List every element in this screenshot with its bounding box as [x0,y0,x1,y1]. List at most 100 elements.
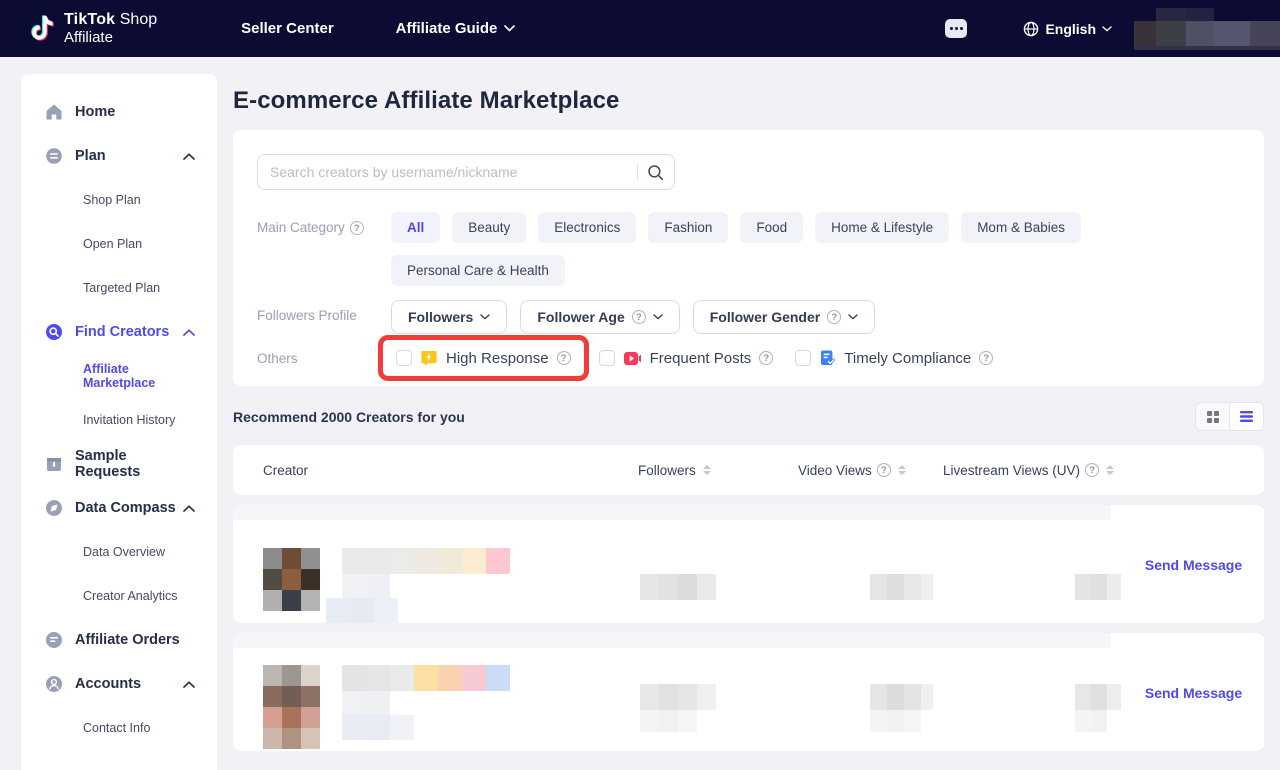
category-chip-personal-care-health[interactable]: Personal Care & Health [391,255,565,286]
creator-row[interactable]: Send Message [233,633,1264,751]
main-category-row: Main Category ? All Beauty Electronics F… [257,212,1240,286]
sidebar-item-accounts[interactable]: Accounts [21,662,217,706]
annotation-highlight-box: High Response ? [378,335,589,381]
sample-requests-icon [45,455,63,473]
followers-profile-row: Followers Profile Followers Follower Age… [257,300,1240,334]
chevron-up-icon [183,153,195,160]
followers-value-redacted [638,528,798,600]
frequent-posts-checkbox[interactable] [599,350,615,366]
chevron-down-icon [504,25,515,32]
frequent-posts-filter[interactable]: Frequent Posts ? [599,350,774,367]
column-video-views[interactable]: Video Views ? [798,463,943,478]
search-input[interactable] [270,164,637,180]
livestream-views-value-redacted [943,528,1123,600]
others-row: Others High Response ? [257,344,1240,372]
sidebar: Home Plan Shop Plan Open Plan Targeted P… [21,74,217,770]
category-chip-home-lifestyle[interactable]: Home & Lifestyle [815,212,949,243]
chevron-down-icon [480,314,490,320]
help-icon: ? [632,310,646,324]
creator-name-redacted [342,665,510,740]
help-icon[interactable]: ? [1085,463,1099,477]
filter-panel: Main Category ? All Beauty Electronics F… [233,130,1264,386]
category-chip-beauty[interactable]: Beauty [452,212,526,243]
followers-dropdown[interactable]: Followers [391,300,507,334]
send-message-button[interactable]: Send Message [1145,557,1242,573]
category-chip-all[interactable]: All [391,212,440,243]
search-icon[interactable] [647,164,664,181]
timely-compliance-filter[interactable]: Timely Compliance ? [795,349,993,367]
globe-icon [1023,21,1039,37]
grid-view-icon[interactable] [1196,403,1229,430]
sidebar-item-find-creators[interactable]: Find Creators [21,310,217,354]
high-response-checkbox[interactable] [396,350,412,366]
affiliate-orders-icon [45,631,63,649]
sidebar-item-plan[interactable]: Plan [21,134,217,178]
sidebar-item-invitation-history[interactable]: Invitation History [21,398,217,442]
help-icon[interactable]: ? [557,351,571,365]
send-message-button[interactable]: Send Message [1145,685,1242,701]
nav-affiliate-guide[interactable]: Affiliate Guide [396,20,516,37]
chat-icon[interactable] [945,19,967,38]
divider [637,164,638,180]
column-livestream-views[interactable]: Livestream Views (UV) ? [943,463,1123,478]
chevron-up-icon [183,681,195,688]
lightning-bubble-icon [420,349,438,367]
chevron-down-icon [848,314,858,320]
followers-value-redacted [638,652,798,732]
column-creator: Creator [263,463,638,478]
video-views-value-redacted [798,528,943,600]
sort-icon[interactable] [703,465,711,475]
avatar [263,548,320,611]
plan-icon [45,147,63,165]
help-icon[interactable]: ? [759,351,773,365]
help-icon[interactable]: ? [350,221,364,235]
sidebar-item-affiliate-orders[interactable]: Affiliate Orders [21,618,217,662]
sidebar-item-contact-info[interactable]: Contact Info [21,706,217,750]
sidebar-item-creator-analytics[interactable]: Creator Analytics [21,574,217,618]
video-views-value-redacted [798,652,943,732]
sidebar-item-open-plan[interactable]: Open Plan [21,222,217,266]
sidebar-item-data-compass[interactable]: Data Compass [21,486,217,530]
shop-name-redacted[interactable] [1134,8,1280,50]
category-chip-food[interactable]: Food [740,212,803,243]
follower-gender-dropdown[interactable]: Follower Gender ? [693,300,875,334]
help-icon[interactable]: ? [979,351,993,365]
language-selector[interactable]: English [1023,21,1112,37]
creator-row[interactable]: Send Message [233,505,1264,623]
find-creators-icon [45,323,63,341]
home-icon [45,103,63,121]
creator-name-redacted [342,548,510,623]
timely-compliance-checkbox[interactable] [795,350,811,366]
creator-table-header: Creator Followers Video Views ? Livestre… [233,445,1264,495]
document-check-icon [819,349,836,367]
chevron-up-icon [183,505,195,512]
logo-wordmark: TikTok Shop Affiliate [64,11,157,46]
accounts-icon [45,675,63,693]
tiktok-shop-affiliate-logo[interactable]: TikTok Shop Affiliate [30,11,157,46]
help-icon[interactable]: ? [877,463,891,477]
page-title: E-commerce Affiliate Marketplace [233,87,1264,115]
category-chip-mom-babies[interactable]: Mom & Babies [961,212,1081,243]
tiktok-logo-icon [30,14,56,44]
main-category-label: Main Category ? [257,212,391,286]
nav-seller-center[interactable]: Seller Center [241,20,334,37]
sidebar-item-data-overview[interactable]: Data Overview [21,530,217,574]
category-chip-fashion[interactable]: Fashion [648,212,728,243]
sidebar-item-affiliate-marketplace[interactable]: Affiliate Marketplace [21,354,217,398]
sort-icon[interactable] [1106,465,1114,475]
list-view-icon[interactable] [1230,403,1263,430]
followers-profile-label: Followers Profile [257,300,391,334]
column-followers[interactable]: Followers [638,463,798,478]
follower-age-dropdown[interactable]: Follower Age ? [520,300,679,334]
sidebar-item-home[interactable]: Home [21,90,217,134]
avatar [263,665,320,749]
high-response-filter[interactable]: High Response ? [396,349,571,367]
sidebar-item-sample-requests[interactable]: Sample Requests [21,442,217,486]
sidebar-item-targeted-plan[interactable]: Targeted Plan [21,266,217,310]
redacted-strip [233,633,1111,648]
sort-icon[interactable] [898,465,906,475]
top-navbar: TikTok Shop Affiliate Seller Center Affi… [0,0,1280,57]
category-chip-electronics[interactable]: Electronics [538,212,636,243]
sidebar-item-shop-plan[interactable]: Shop Plan [21,178,217,222]
chevron-down-icon [1102,26,1112,32]
